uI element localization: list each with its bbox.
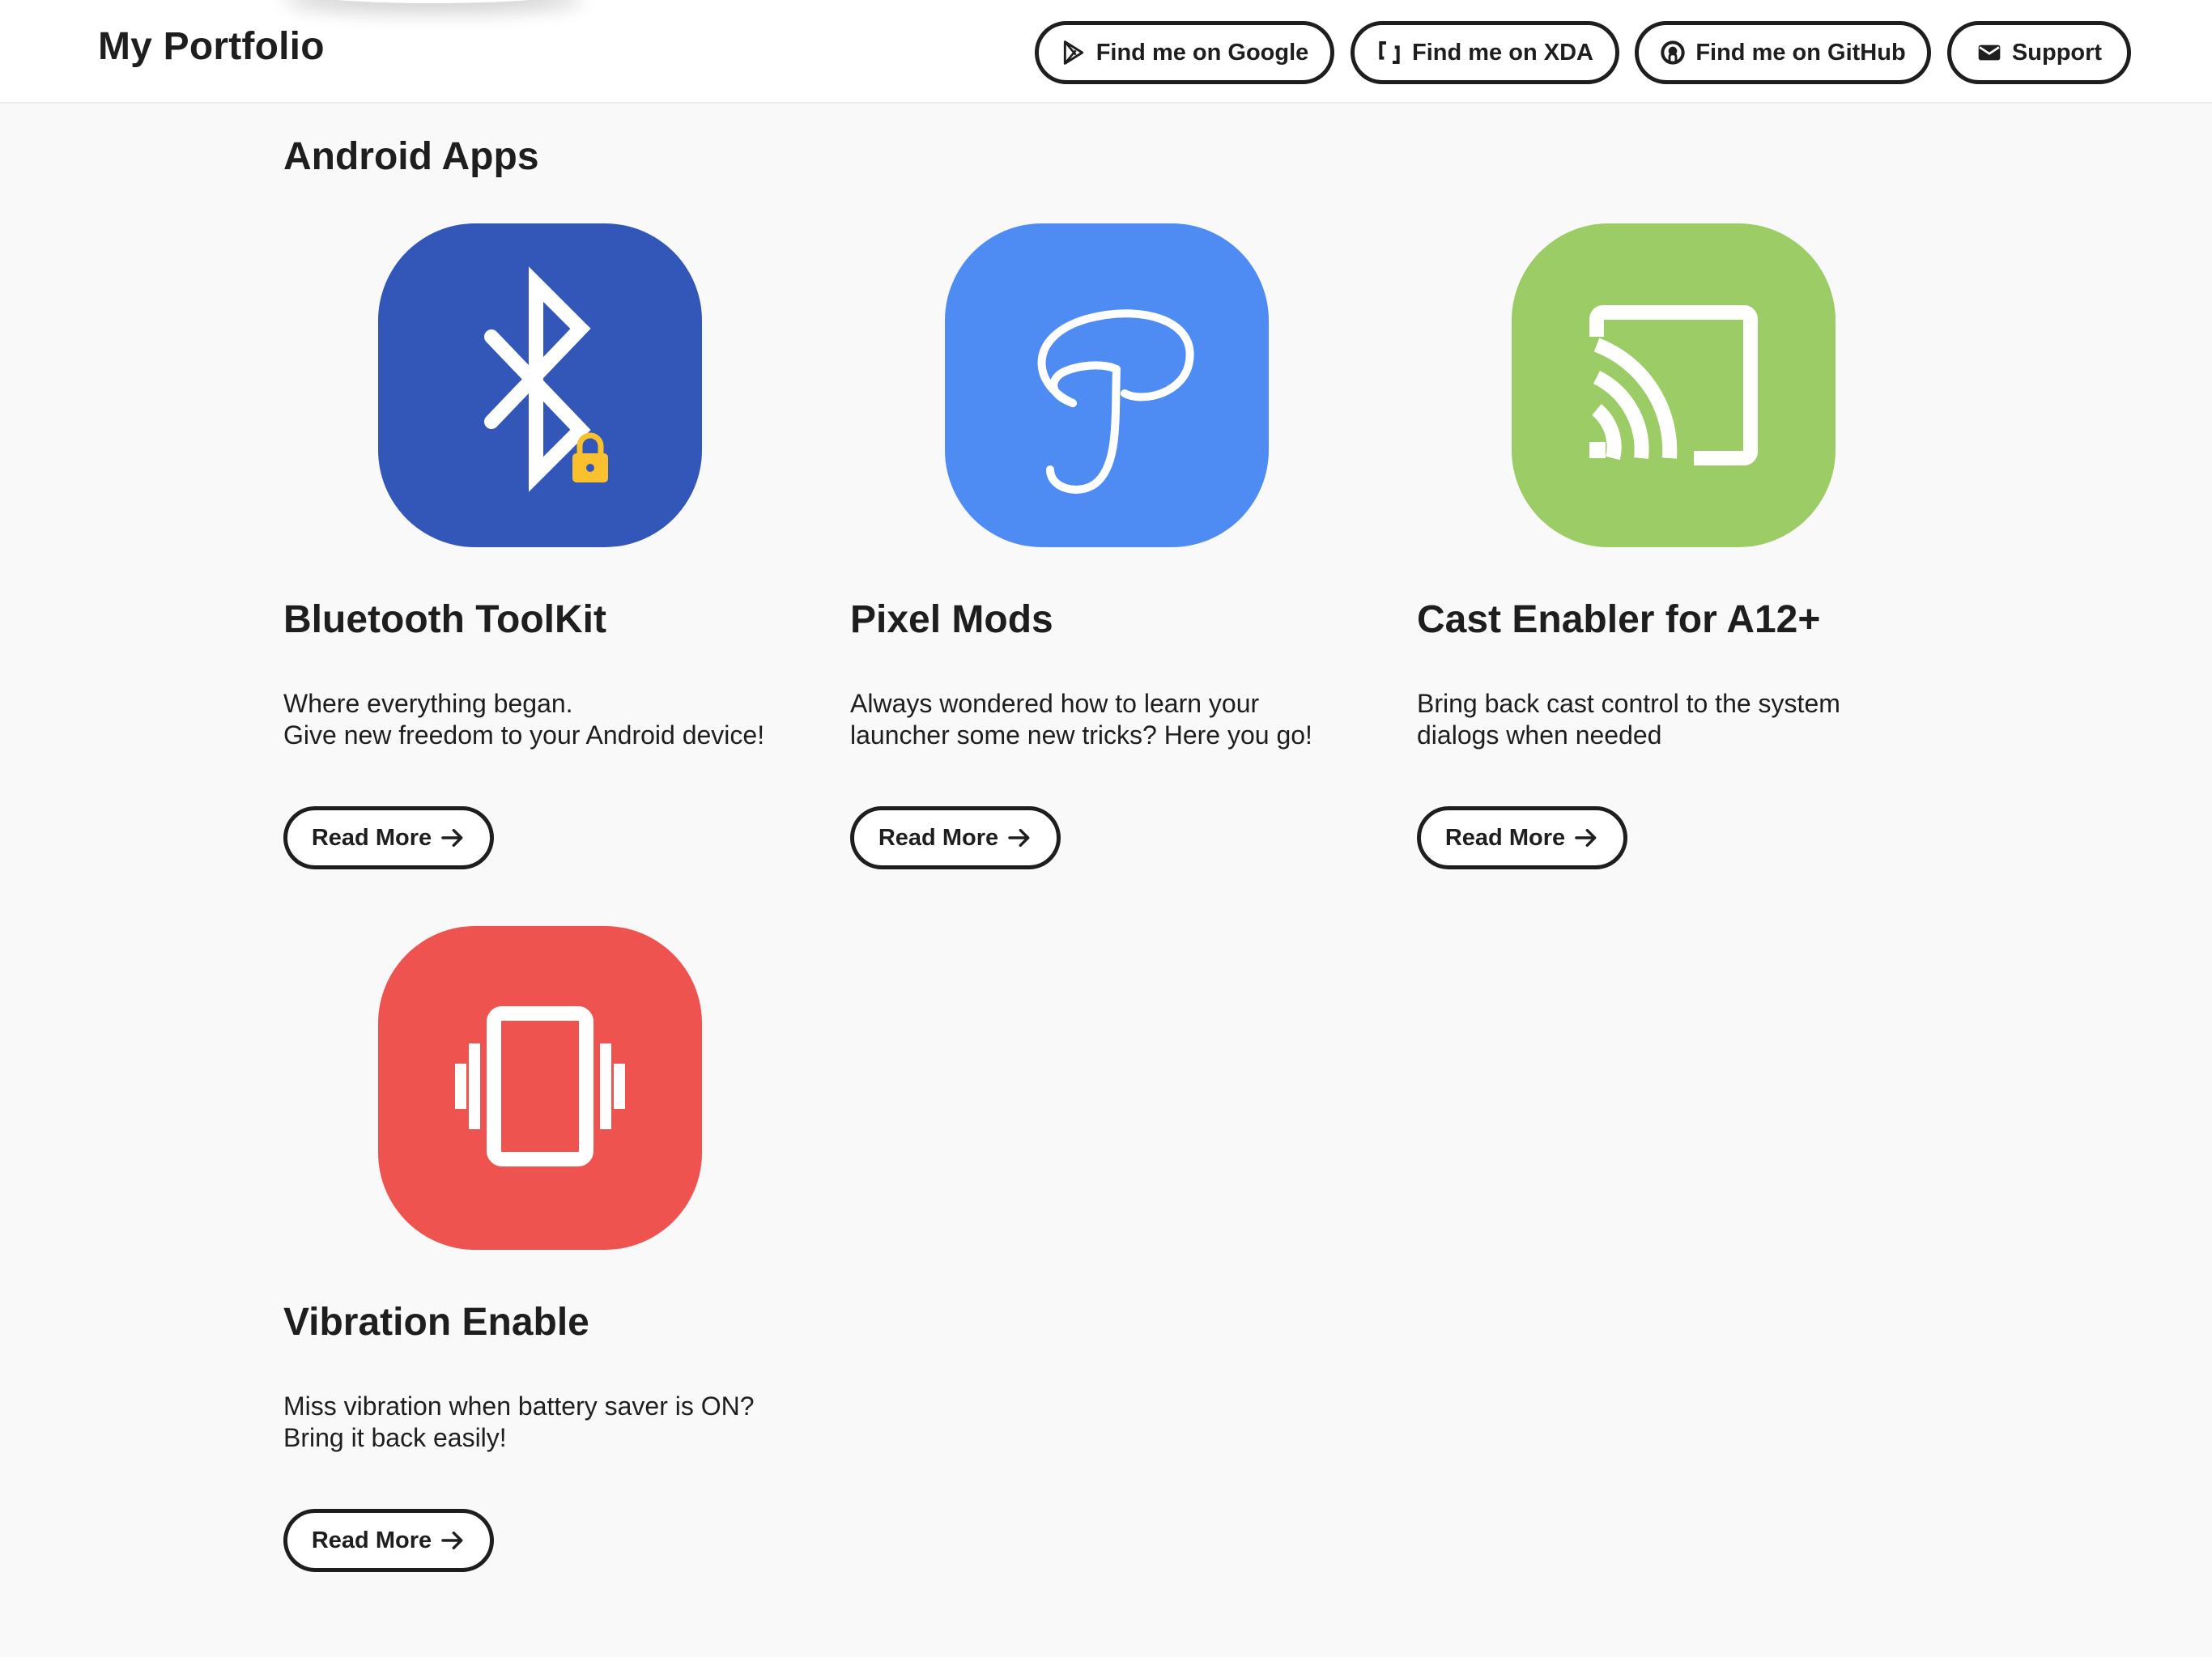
app-description-line: dialogs when needed — [1417, 720, 1662, 750]
find-me-on-google-button[interactable]: Find me on Google — [1035, 21, 1334, 84]
app-card-vibration-enable: Vibration Enable Miss vibration when bat… — [283, 926, 802, 1590]
app-title: Cast Enabler for A12+ — [1417, 598, 1821, 641]
app-description: Always wondered how to learn your launch… — [850, 688, 1368, 751]
arrow-right-icon — [440, 1527, 466, 1553]
app-card-cast-enabler: Cast Enabler for A12+ Bring back cast co… — [1417, 223, 1935, 887]
support-label: Support — [2011, 39, 2103, 66]
app-title: Pixel Mods — [850, 598, 1053, 641]
read-more-button[interactable]: Read More — [1417, 806, 1627, 869]
support-button[interactable]: Support — [1947, 21, 2131, 84]
app-description-line: Bring it back easily! — [283, 1423, 507, 1452]
find-me-on-google-label: Find me on Google — [1095, 39, 1309, 66]
bluetooth-lock-icon[interactable] — [378, 223, 702, 547]
script-p-icon[interactable] — [945, 223, 1269, 547]
app-description-line: Bring back cast control to the system — [1417, 689, 1840, 718]
app-title: Bluetooth ToolKit — [283, 598, 606, 641]
cast-icon[interactable] — [1512, 223, 1836, 547]
read-more-button[interactable]: Read More — [850, 806, 1061, 869]
read-more-label: Read More — [311, 1527, 432, 1553]
read-more-button[interactable]: Read More — [283, 1509, 494, 1572]
play-store-icon — [1061, 40, 1087, 66]
find-me-on-github-label: Find me on GitHub — [1695, 39, 1906, 66]
find-me-on-xda-label: Find me on XDA — [1412, 39, 1593, 66]
vibration-icon[interactable] — [378, 926, 702, 1250]
app-description-line: Always wondered how to learn your — [850, 689, 1260, 718]
arrow-right-icon — [440, 825, 466, 851]
app-description-line: launcher some new tricks? Here you go! — [850, 720, 1312, 750]
find-me-on-xda-button[interactable]: Find me on XDA — [1351, 21, 1619, 84]
app-card-pixel-mods: Pixel Mods Always wondered how to learn … — [850, 223, 1368, 887]
arrow-right-icon — [1573, 825, 1599, 851]
read-more-label: Read More — [311, 824, 432, 851]
app-description: Where everything began. Give new freedom… — [283, 688, 802, 751]
top-navbar: My Portfolio Find me on Google Find me o… — [0, 0, 2212, 104]
app-description-line: Miss vibration when battery saver is ON? — [283, 1391, 755, 1421]
app-description: Bring back cast control to the system di… — [1417, 688, 1935, 751]
github-icon — [1660, 40, 1686, 66]
read-more-label: Read More — [1444, 824, 1566, 851]
find-me-on-github-button[interactable]: Find me on GitHub — [1635, 21, 1931, 84]
app-description-line: Give new freedom to your Android device! — [283, 720, 765, 750]
brand-title[interactable]: My Portfolio — [98, 24, 325, 69]
app-card-bluetooth-toolkit: Bluetooth ToolKit Where everything began… — [283, 223, 802, 887]
section-title-android-apps: Android Apps — [283, 135, 539, 178]
xda-icon — [1376, 40, 1402, 66]
app-title: Vibration Enable — [283, 1301, 589, 1344]
read-more-button[interactable]: Read More — [283, 806, 494, 869]
envelope-icon — [1976, 40, 2002, 66]
read-more-label: Read More — [878, 824, 999, 851]
navbar-shadow-decoration — [283, 0, 583, 3]
app-description-line: Where everything began. — [283, 689, 573, 718]
arrow-right-icon — [1006, 825, 1032, 851]
app-description: Miss vibration when battery saver is ON?… — [283, 1391, 802, 1454]
